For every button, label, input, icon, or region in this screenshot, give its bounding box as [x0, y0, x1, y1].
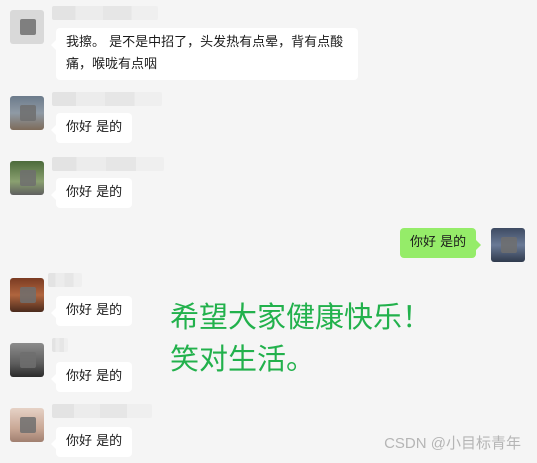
sender-avatar[interactable]	[10, 278, 44, 312]
sender-avatar[interactable]	[10, 343, 44, 377]
message-text: 你好 是的	[66, 434, 123, 449]
avatar-image	[20, 170, 36, 186]
sender-name-blurred	[52, 92, 162, 106]
message-bubble[interactable]: 你好 是的	[50, 296, 133, 326]
message-text: 你好 是的	[66, 185, 123, 200]
message-bubble[interactable]: 你好 是的	[50, 362, 133, 392]
message-text: 你好 是的	[66, 369, 123, 384]
watermark: CSDN @小目标青年	[384, 435, 521, 452]
sender-name-blurred	[52, 157, 164, 171]
overlay-line-2: 笑对生活。	[170, 342, 316, 376]
message-bubble[interactable]: 我擦。 是不是中招了，头发热有点晕，背有点酸痛，喉咙有点咽	[51, 28, 358, 80]
message-text: 我擦。 是不是中招了，头发热有点晕，背有点酸痛，喉咙有点咽	[66, 35, 344, 72]
sender-avatar[interactable]	[10, 408, 44, 442]
message-bubble[interactable]: 你好 是的	[50, 113, 133, 143]
avatar-image	[501, 237, 517, 253]
sender-name-blurred	[52, 338, 68, 352]
sender-name-blurred	[52, 404, 152, 418]
my-avatar[interactable]	[491, 228, 525, 262]
sender-avatar[interactable]	[10, 161, 44, 195]
avatar-image	[20, 105, 36, 121]
sender-avatar[interactable]	[10, 96, 44, 130]
message-text: 你好 是的	[66, 120, 123, 135]
message-text: 你好 是的	[66, 303, 123, 318]
avatar-image	[20, 417, 36, 433]
message-text: 你好 是的	[410, 235, 467, 250]
message-bubble[interactable]: 你好 是的	[50, 178, 133, 208]
overlay-line-1: 希望大家健康快乐！	[170, 300, 432, 334]
avatar-image	[20, 352, 36, 368]
message-bubble-outgoing[interactable]: 你好 是的	[400, 228, 482, 258]
avatar-image	[20, 287, 36, 303]
sender-avatar[interactable]	[10, 10, 44, 44]
message-bubble[interactable]: 你好 是的	[50, 427, 133, 457]
avatar-image	[20, 19, 36, 35]
sender-name-blurred	[48, 273, 82, 287]
sender-name-blurred	[52, 6, 158, 20]
overlay-caption: 希望大家健康快乐！ 笑对生活。	[170, 296, 431, 380]
